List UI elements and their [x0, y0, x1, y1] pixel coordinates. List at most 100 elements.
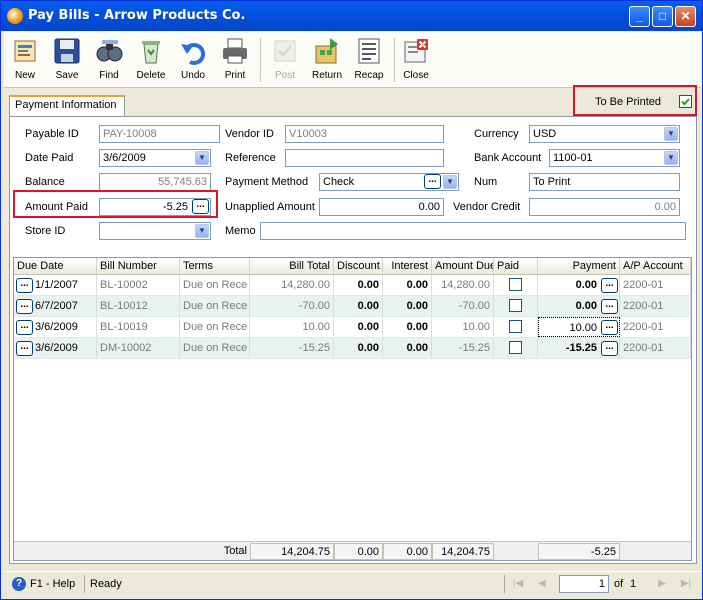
bill-number-cell: DM-10002 — [97, 338, 180, 358]
ellipsis-icon[interactable]: ... — [601, 341, 618, 356]
table-row[interactable]: 6/7/2007 ... BL-10012 Due on Rece -70.00… — [14, 296, 691, 317]
status-separator — [84, 575, 85, 593]
currency-select[interactable]: USD ▼ — [529, 125, 680, 143]
num-field[interactable]: To Print — [529, 173, 680, 191]
grid-header: Due Date Bill Number Terms Bill Total Di… — [14, 258, 691, 275]
column-header[interactable]: Due Date — [14, 258, 97, 275]
total-label: Total — [223, 545, 247, 557]
discount-cell[interactable]: 0.00 — [334, 296, 383, 316]
ellipsis-icon[interactable]: ... — [601, 299, 618, 314]
column-header[interactable]: Bill Number — [97, 258, 180, 275]
paid-checkbox[interactable] — [509, 299, 522, 312]
column-header[interactable]: Amount Due — [432, 258, 494, 275]
previous-page-icon[interactable]: ◀ — [534, 576, 550, 592]
memo-field[interactable] — [260, 222, 686, 240]
discount-cell[interactable]: 0.00 — [334, 275, 383, 295]
column-header[interactable]: Interest — [383, 258, 432, 275]
bank-account-select[interactable]: 1100-01 ▼ — [549, 149, 680, 167]
return-button[interactable]: Return — [306, 34, 348, 86]
save-button[interactable]: Save — [46, 34, 88, 86]
minimize-button[interactable]: _ — [629, 6, 650, 27]
undo-icon — [181, 42, 206, 65]
interest-cell[interactable]: 0.00 — [383, 296, 432, 316]
return-icon — [315, 38, 338, 64]
interest-cell[interactable]: 0.00 — [383, 317, 432, 337]
ellipsis-icon[interactable]: ... — [16, 320, 33, 335]
table-row[interactable]: 3/6/2009 ... DM-10002 Due on Rece -15.25… — [14, 338, 691, 359]
bill-total-cell: -15.25 — [250, 338, 334, 358]
column-header[interactable]: Bill Total — [250, 258, 334, 275]
undo-button[interactable]: Undo — [172, 34, 214, 86]
ellipsis-icon[interactable]: ... — [16, 278, 33, 293]
to-be-printed-label: To Be Printed — [595, 96, 662, 108]
ellipsis-icon[interactable]: ... — [424, 174, 441, 189]
chevron-down-icon[interactable]: ▼ — [664, 127, 678, 141]
bill-total-cell: 14,280.00 — [250, 275, 334, 295]
paid-checkbox[interactable] — [509, 341, 522, 354]
column-header[interactable]: Paid — [494, 258, 538, 275]
bank-account-label: Bank Account — [474, 152, 542, 164]
print-button[interactable]: Print — [214, 34, 256, 86]
checkmark-icon — [681, 98, 690, 106]
new-button[interactable]: New — [4, 34, 46, 86]
vendor-credit-label: Vendor Credit — [453, 201, 521, 213]
ellipsis-icon[interactable]: ... — [16, 299, 33, 314]
recap-button[interactable]: Recap — [348, 34, 390, 86]
ellipsis-icon[interactable]: ... — [601, 320, 618, 335]
page-number-input[interactable]: 1 — [559, 575, 609, 593]
payable-id-field[interactable]: PAY-10008 — [99, 125, 220, 143]
post-button[interactable]: Post — [264, 34, 306, 86]
find-button[interactable]: Find — [88, 34, 130, 86]
help-label[interactable]: F1 - Help — [30, 576, 75, 592]
paid-checkbox[interactable] — [509, 278, 522, 291]
total-amount-due: 14,204.75 — [432, 543, 494, 560]
unapplied-amount-field[interactable]: 0.00 — [319, 198, 444, 216]
amount-due-cell: -70.00 — [432, 296, 494, 316]
column-header[interactable]: Terms — [180, 258, 250, 275]
column-header[interactable]: A/P Account — [620, 258, 691, 275]
delete-button[interactable]: Delete — [130, 34, 172, 86]
ellipsis-icon[interactable]: ... — [16, 341, 33, 356]
discount-cell[interactable]: 0.00 — [334, 338, 383, 358]
table-row[interactable]: 3/6/2009 ... BL-10019 Due on Rece 10.00 … — [14, 317, 691, 338]
chevron-down-icon[interactable]: ▼ — [443, 175, 457, 189]
interest-cell[interactable]: 0.00 — [383, 275, 432, 295]
vendor-id-field[interactable]: V10003 — [285, 125, 444, 143]
column-header[interactable]: Payment — [538, 258, 620, 275]
total-interest: 0.00 — [383, 543, 432, 560]
amount-due-cell: 10.00 — [432, 317, 494, 337]
chevron-down-icon[interactable]: ▼ — [195, 151, 209, 165]
close-button[interactable]: Close — [395, 34, 437, 86]
help-icon[interactable]: ? — [12, 577, 26, 591]
new-icon — [14, 40, 36, 62]
last-page-icon[interactable]: ▶| — [678, 576, 694, 592]
paid-checkbox[interactable] — [509, 320, 522, 333]
title-bar[interactable]: Pay Bills - Arrow Products Co. _ □ ✕ — [1, 1, 702, 31]
maximize-button[interactable]: □ — [652, 6, 673, 27]
reference-field[interactable] — [285, 149, 444, 167]
close-window-button[interactable]: ✕ — [675, 6, 696, 27]
status-bar: ? F1 - Help Ready |◀ ◀ 1 of 1 ▶ ▶| — [4, 571, 701, 595]
next-page-icon[interactable]: ▶ — [654, 576, 670, 592]
chevron-down-icon[interactable]: ▼ — [664, 151, 678, 165]
balance-field[interactable]: 55,745.63 — [99, 173, 211, 191]
amount-paid-field[interactable]: -5.25... — [99, 198, 211, 216]
ellipsis-icon[interactable]: ... — [601, 278, 618, 293]
vendor-credit-field[interactable]: 0.00 — [529, 198, 680, 216]
bill-number-cell: BL-10002 — [97, 275, 180, 295]
toolbar: New Save Find Delete Undo Print Post Ret… — [4, 32, 701, 88]
first-page-icon[interactable]: |◀ — [510, 576, 526, 592]
ellipsis-icon[interactable]: ... — [192, 199, 209, 214]
to-be-printed-checkbox[interactable] — [679, 95, 692, 108]
balance-label: Balance — [25, 176, 65, 188]
interest-cell[interactable]: 0.00 — [383, 338, 432, 358]
app-icon — [7, 8, 23, 24]
discount-cell[interactable]: 0.00 — [334, 317, 383, 337]
chevron-down-icon[interactable]: ▼ — [195, 224, 209, 238]
date-paid-field[interactable]: 3/6/2009 ▼ — [99, 149, 211, 167]
tab-payment-information[interactable]: Payment Information — [9, 95, 125, 116]
column-header[interactable]: Discount — [334, 258, 383, 275]
store-id-select[interactable]: ▼ — [99, 222, 211, 240]
table-row[interactable]: 1/1/2007 ... BL-10002 Due on Rece 14,280… — [14, 275, 691, 296]
payment-method-select[interactable]: Check... ▼ — [319, 173, 459, 191]
